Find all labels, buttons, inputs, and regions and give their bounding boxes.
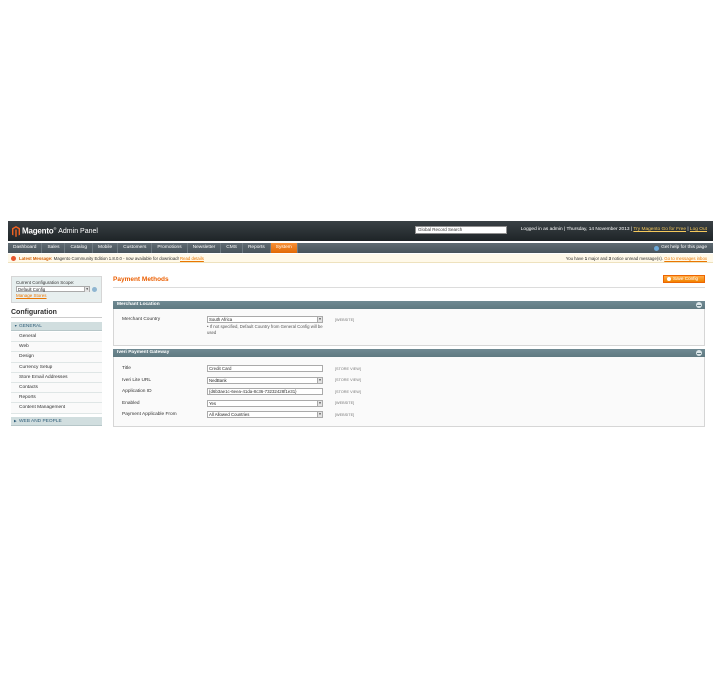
nav-cms[interactable]: CMS [221,243,243,253]
help-link[interactable]: Get help for this page [654,243,707,253]
admin-app: Magento® Admin Panel Global Record Searc… [8,221,713,429]
title-divider [113,287,705,288]
payment-applicable-from-row: Payment Applicable From All Allowed Coun… [114,411,704,419]
merchant-location-header[interactable]: Merchant Location [113,301,705,309]
nav-reports[interactable]: Reports [243,243,271,253]
config-tab-web[interactable]: Web [11,342,102,353]
login-info-text: Logged in as admin | Thursday, 14 Novemb… [520,227,634,232]
scope-select[interactable]: Default Config ▾ [16,286,91,292]
help-icon [654,245,660,251]
nav-customers[interactable]: Customers [118,243,153,253]
help-icon[interactable] [92,286,97,292]
triangle-down-icon: ▼ [14,324,18,328]
alert-icon [11,256,16,261]
logout-link[interactable]: Log Out [690,227,707,232]
save-config-button[interactable]: Save Config [663,275,705,283]
main-nav: Dashboard Sales Catalog Mobile Customers… [8,243,713,253]
nav-dashboard[interactable]: Dashboard [8,243,43,253]
nav-sales[interactable]: Sales [42,243,66,253]
logo-text: Magento® [22,226,57,236]
global-search-input[interactable]: Global Record Search [415,226,507,234]
scope-label: [WEBSITE] [335,317,355,322]
iveri-gateway-header[interactable]: Iveri Payment Gateway [113,349,705,357]
config-tab-contacts[interactable]: Contacts [11,382,102,394]
read-details-link[interactable]: Read details [180,256,204,261]
latest-message: Latest Message: Magento Community Editio… [19,256,204,261]
config-tab-reports[interactable]: Reports [11,393,102,404]
collapse-icon[interactable] [696,302,702,308]
field-note: • If not specified, Default Country from… [207,324,323,335]
nav-catalog[interactable]: Catalog [65,243,94,253]
notification-bar: Latest Message: Magento Community Editio… [8,254,713,263]
check-icon [667,276,671,281]
nav-newsletter[interactable]: Newsletter [188,243,222,253]
field-label: Enabled [122,400,140,406]
unread-messages: You have 1 major and 3 notice unread mes… [565,256,707,261]
iveri-lite-url-row: Iveri Lite URL NedBank ▾ [STORE VIEW] [114,376,704,385]
nav-system[interactable]: System [270,243,298,253]
collapse-icon[interactable] [696,350,702,356]
chevron-down-icon: ▾ [317,317,322,322]
field-label: Iveri Lite URL [122,377,152,383]
triangle-right-icon: ▶ [14,419,17,423]
chevron-down-icon: ▾ [317,400,322,406]
config-tab-content-management[interactable]: Content Management [11,403,102,414]
page-title: Payment Methods [113,276,169,283]
header-user-info: Logged in as admin | Thursday, 14 Novemb… [521,227,707,232]
config-tab-general[interactable]: General [11,332,102,343]
scope-label: [STORE VIEW] [335,378,361,382]
help-label: Get help for this page [661,245,707,250]
enabled-select[interactable]: Yes ▾ [207,399,323,407]
field-label: Application ID [122,389,152,394]
scope-label: Current Configuration Scope: [16,280,75,285]
enabled-row: Enabled Yes ▾ [WEBSITE] [114,399,704,408]
section-web-and-people[interactable]: ▶ WEB AND PEOPLE [11,417,102,426]
scope-label: [STORE VIEW] [335,389,361,394]
chevron-down-icon: ▾ [317,412,322,417]
nav-mobile[interactable]: Mobile [93,243,119,253]
config-tab-store-email-addresses[interactable]: Store Email Addresses [11,372,102,383]
scope-label: [WEBSITE] [335,401,355,405]
field-label: Merchant Country [122,317,161,322]
iveri-gateway-body: Title Credit Card [STORE VIEW] Iveri Lit… [113,357,705,427]
application-id-input[interactable]: {d6b3ae1c-6eea-41da-8c36-73232428f1e31} [207,388,323,395]
section-general[interactable]: ▼ GENERAL [11,322,102,331]
inbox-link[interactable]: Go to messages inbox [664,256,707,261]
configuration-title: Configuration [11,309,102,318]
merchant-country-row: Merchant Country South Africa ▾ [WEBSITE] [114,316,704,324]
admin-header: Magento® Admin Panel Global Record Searc… [8,221,713,241]
magento-logo-icon [12,225,20,237]
config-tab-design[interactable]: Design [11,352,102,363]
scope-label: [WEBSITE] [335,412,355,417]
application-id-row: Application ID {d6b3ae1c-6eea-41da-8c36-… [114,388,704,396]
field-label: Payment Applicable From [122,412,177,417]
title-row: Title Credit Card [STORE VIEW] [114,365,704,373]
config-tab-currency-setup[interactable]: Currency Setup [11,362,102,373]
iveri-lite-url-select[interactable]: NedBank ▾ [207,376,323,384]
title-input[interactable]: Credit Card [207,365,323,372]
merchant-country-select[interactable]: South Africa ▾ [207,316,323,323]
chevron-down-icon: ▾ [317,377,322,383]
logo-admin-text: Admin Panel [58,227,98,235]
magento-logo[interactable]: Magento® Admin Panel [12,225,98,237]
payment-applicable-from-select[interactable]: All Allowed Countries ▾ [207,411,323,418]
merchant-location-body: Merchant Country South Africa ▾ [WEBSITE]… [113,309,705,346]
scope-label: [STORE VIEW] [335,366,361,371]
manage-stores-link[interactable]: Manage Stores [16,293,97,298]
nav-promotions[interactable]: Promotions [152,243,188,253]
chevron-down-icon: ▾ [84,287,90,292]
field-label: Title [122,366,131,371]
scope-switcher: Current Configuration Scope: Default Con… [11,276,102,303]
try-magento-go-link[interactable]: Try Magento Go for Free [633,227,686,232]
config-tabs: General Web Design Currency Setup Store … [11,332,102,414]
